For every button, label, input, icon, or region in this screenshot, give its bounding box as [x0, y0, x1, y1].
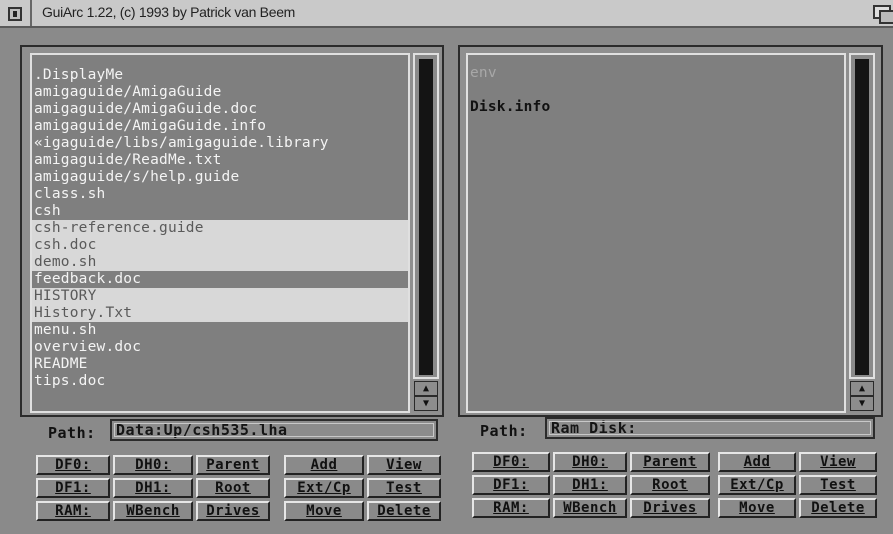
right-df1-button[interactable]: DF1:: [472, 475, 550, 495]
right-wbench-button[interactable]: WBench: [553, 498, 627, 518]
list-item[interactable]: env: [468, 65, 844, 82]
left-path-label: Path:: [48, 424, 96, 442]
list-item[interactable]: csh: [32, 203, 408, 220]
list-item[interactable]: amigaguide/AmigaGuide.info: [32, 118, 408, 135]
left-scrollbar[interactable]: [413, 53, 439, 379]
right-root-button[interactable]: Root: [630, 475, 710, 495]
list-item[interactable]: «igaguide/libs/amigaguide.library: [32, 135, 408, 152]
right-path-field[interactable]: Ram Disk:: [545, 417, 875, 439]
title-bar[interactable]: GuiArc 1.22, (c) 1993 by Patrick van Bee…: [0, 0, 893, 28]
left-root-button[interactable]: Root: [196, 478, 270, 498]
list-item-selected[interactable]: csh-reference.guide: [32, 220, 408, 237]
left-df0-button[interactable]: DF0:: [36, 455, 110, 475]
right-parent-button[interactable]: Parent: [630, 452, 710, 472]
left-drives-button[interactable]: Drives: [196, 501, 270, 521]
depth-gadget-icon[interactable]: [867, 3, 893, 24]
left-scroll-knob[interactable]: [419, 59, 433, 375]
left-df1-button[interactable]: DF1:: [36, 478, 110, 498]
right-dh0-button[interactable]: DH0:: [553, 452, 627, 472]
left-file-list[interactable]: .DisplayMe amigaguide/AmigaGuide amigagu…: [30, 53, 410, 413]
left-dh0-button[interactable]: DH0:: [113, 455, 193, 475]
left-dh1-button[interactable]: DH1:: [113, 478, 193, 498]
list-item[interactable]: Disk.info: [468, 99, 844, 116]
list-item-selected[interactable]: HISTORY: [32, 288, 408, 305]
arrow-up-icon[interactable]: ▲: [850, 381, 874, 396]
list-item[interactable]: amigaguide/s/help.guide: [32, 169, 408, 186]
arrow-down-icon[interactable]: ▼: [850, 396, 874, 411]
window-title: GuiArc 1.22, (c) 1993 by Patrick van Bee…: [42, 4, 296, 20]
left-add-button[interactable]: Add: [284, 455, 364, 475]
left-path-field[interactable]: Data:Up/csh535.lha: [110, 419, 438, 441]
left-move-button[interactable]: Move: [284, 501, 364, 521]
left-delete-button[interactable]: Delete: [367, 501, 441, 521]
left-extcp-button[interactable]: Ext/Cp: [284, 478, 364, 498]
right-drives-button[interactable]: Drives: [630, 498, 710, 518]
list-item-selected[interactable]: csh.doc: [32, 237, 408, 254]
left-view-button[interactable]: View: [367, 455, 441, 475]
left-parent-button[interactable]: Parent: [196, 455, 270, 475]
arrow-up-icon[interactable]: ▲: [414, 381, 438, 396]
right-extcp-button[interactable]: Ext/Cp: [718, 475, 796, 495]
list-item[interactable]: amigaguide/AmigaGuide: [32, 84, 408, 101]
right-move-button[interactable]: Move: [718, 498, 796, 518]
right-scroll-knob[interactable]: [855, 59, 869, 375]
right-add-button[interactable]: Add: [718, 452, 796, 472]
right-test-button[interactable]: Test: [799, 475, 877, 495]
left-ram-button[interactable]: RAM:: [36, 501, 110, 521]
right-ram-button[interactable]: RAM:: [472, 498, 550, 518]
right-file-list[interactable]: env Disk.info: [466, 53, 846, 413]
right-delete-button[interactable]: Delete: [799, 498, 877, 518]
list-item[interactable]: README: [32, 356, 408, 373]
list-item[interactable]: overview.doc: [32, 339, 408, 356]
list-item[interactable]: amigaguide/AmigaGuide.doc: [32, 101, 408, 118]
left-wbench-button[interactable]: WBench: [113, 501, 193, 521]
right-scrollbar[interactable]: [849, 53, 875, 379]
right-path-label: Path:: [480, 422, 528, 440]
title-separator: [30, 0, 32, 26]
list-item-selected[interactable]: demo.sh: [32, 254, 408, 271]
list-item[interactable]: amigaguide/ReadMe.txt: [32, 152, 408, 169]
left-test-button[interactable]: Test: [367, 478, 441, 498]
list-item-selected[interactable]: History.Txt: [32, 305, 408, 322]
list-item[interactable]: menu.sh: [32, 322, 408, 339]
list-item[interactable]: feedback.doc: [32, 271, 408, 288]
right-dh1-button[interactable]: DH1:: [553, 475, 627, 495]
right-view-button[interactable]: View: [799, 452, 877, 472]
list-item[interactable]: .DisplayMe: [32, 67, 408, 84]
close-gadget-icon[interactable]: [8, 7, 22, 21]
list-item[interactable]: class.sh: [32, 186, 408, 203]
arrow-down-icon[interactable]: ▼: [414, 396, 438, 411]
right-df0-button[interactable]: DF0:: [472, 452, 550, 472]
list-item[interactable]: tips.doc: [32, 373, 408, 390]
